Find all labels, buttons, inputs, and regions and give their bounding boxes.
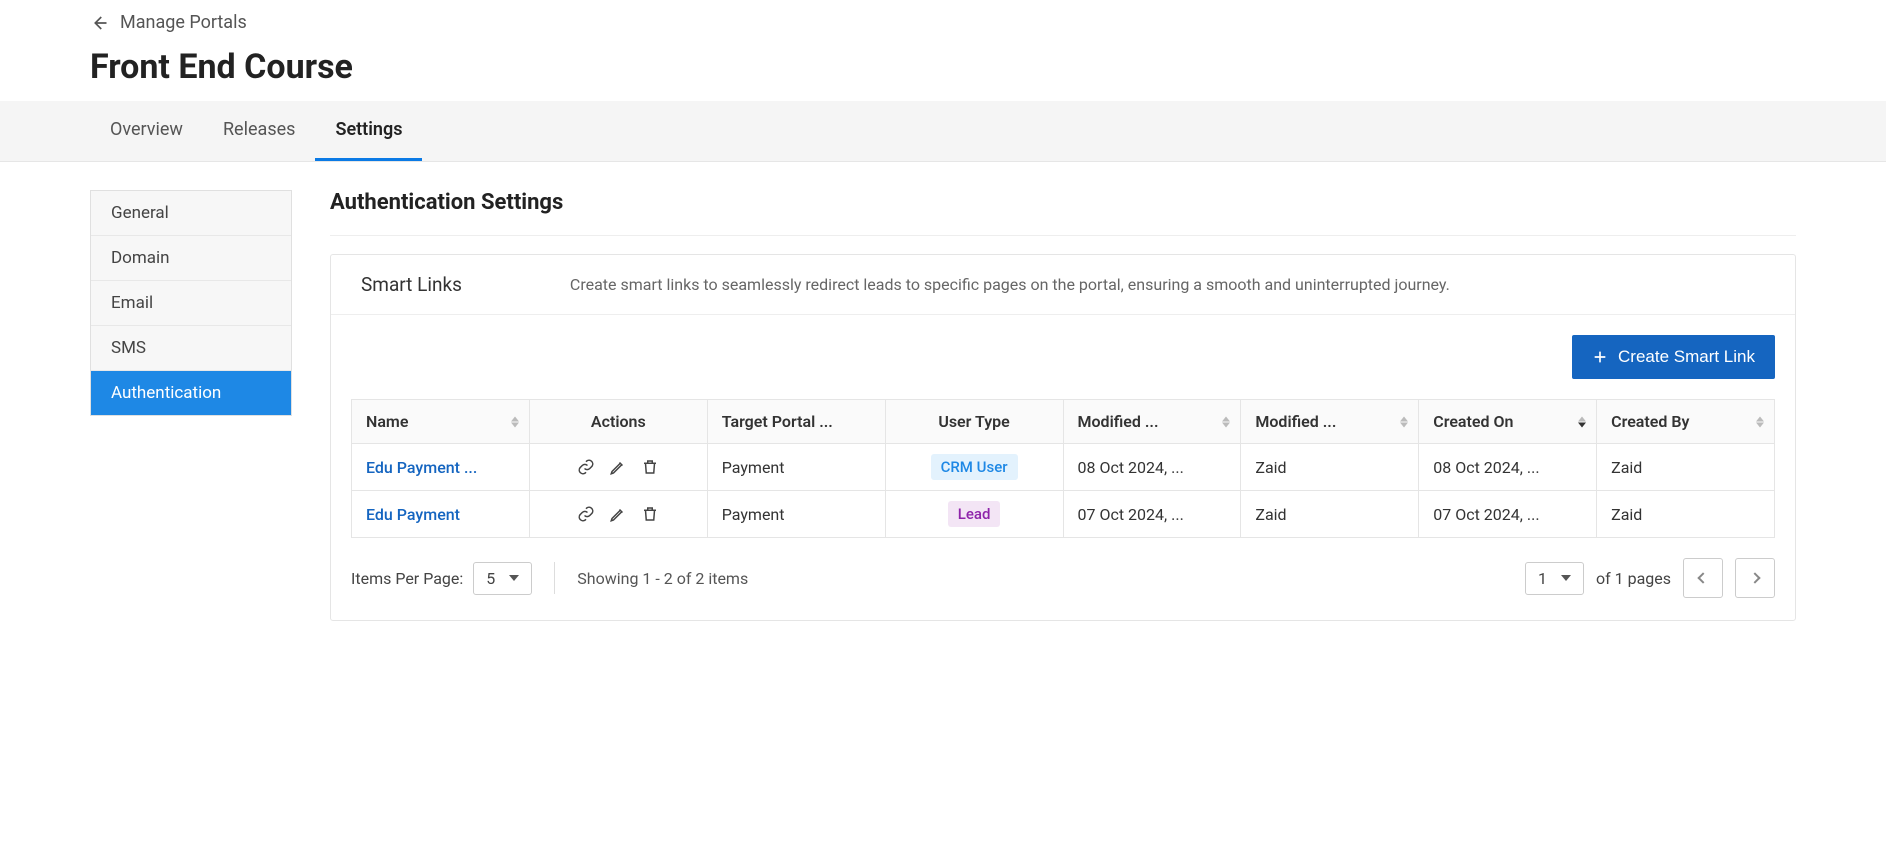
showing-text: Showing 1 - 2 of 2 items <box>577 569 748 588</box>
col-modified-on[interactable]: Modified ... <box>1063 400 1241 444</box>
row-target: Payment <box>707 444 885 491</box>
user-type-badge: Lead <box>948 501 1001 527</box>
row-created-by: Zaid <box>1597 491 1775 538</box>
items-per-page-select[interactable]: 5 <box>473 562 532 595</box>
plus-icon <box>1592 349 1608 365</box>
prev-page-button[interactable] <box>1683 558 1723 598</box>
chevron-right-icon <box>1749 572 1760 583</box>
breadcrumb-label[interactable]: Manage Portals <box>120 12 247 33</box>
col-target[interactable]: Target Portal ... <box>707 400 885 444</box>
row-name-link[interactable]: Edu Payment <box>366 505 460 524</box>
table-row: Edu Payment ... Payment CRM User 08 O <box>352 444 1775 491</box>
col-name[interactable]: Name <box>352 400 530 444</box>
user-type-badge: CRM User <box>931 454 1018 480</box>
delete-icon[interactable] <box>641 458 659 476</box>
edit-icon[interactable] <box>609 505 627 523</box>
chevron-left-icon <box>1697 572 1708 583</box>
row-target: Payment <box>707 491 885 538</box>
smart-links-table: Name Actions Target Portal ... User Type… <box>351 399 1775 538</box>
col-actions: Actions <box>529 400 707 444</box>
tab-releases[interactable]: Releases <box>203 101 315 161</box>
pagination: Items Per Page: 5 Showing 1 - 2 of 2 ite… <box>351 538 1775 598</box>
row-modified-on: 07 Oct 2024, ... <box>1063 491 1241 538</box>
row-modified-on: 08 Oct 2024, ... <box>1063 444 1241 491</box>
sidebar-item-sms[interactable]: SMS <box>91 326 291 371</box>
link-icon[interactable] <box>577 458 595 476</box>
settings-sidebar: General Domain Email SMS Authentication <box>90 190 292 416</box>
back-arrow-icon[interactable] <box>90 14 108 32</box>
sidebar-item-general[interactable]: General <box>91 191 291 236</box>
items-per-page-label: Items Per Page: <box>351 569 463 588</box>
next-page-button[interactable] <box>1735 558 1775 598</box>
col-user-type[interactable]: User Type <box>885 400 1063 444</box>
breadcrumb[interactable]: Manage Portals <box>90 12 1796 39</box>
row-created-by: Zaid <box>1597 444 1775 491</box>
row-created-on: 08 Oct 2024, ... <box>1419 444 1597 491</box>
sidebar-item-authentication[interactable]: Authentication <box>91 371 291 415</box>
page-title: Front End Course <box>90 39 1796 101</box>
sidebar-item-domain[interactable]: Domain <box>91 236 291 281</box>
create-smart-link-button[interactable]: Create Smart Link <box>1572 335 1775 379</box>
of-pages-text: of 1 pages <box>1596 569 1671 588</box>
tab-settings[interactable]: Settings <box>315 101 422 161</box>
delete-icon[interactable] <box>641 505 659 523</box>
divider <box>554 562 555 594</box>
link-icon[interactable] <box>577 505 595 523</box>
table-row: Edu Payment Payment Lead 07 Oct 2024, <box>352 491 1775 538</box>
sidebar-item-email[interactable]: Email <box>91 281 291 326</box>
smart-links-panel: Smart Links Create smart links to seamle… <box>330 254 1796 621</box>
row-name-link[interactable]: Edu Payment ... <box>366 458 477 477</box>
sort-icon[interactable] <box>511 416 519 427</box>
col-modified-by[interactable]: Modified ... <box>1241 400 1419 444</box>
row-modified-by: Zaid <box>1241 491 1419 538</box>
panel-description: Create smart links to seamlessly redirec… <box>570 275 1765 294</box>
tabs-bar: Overview Releases Settings <box>0 101 1886 162</box>
page-select[interactable]: 1 <box>1525 562 1584 595</box>
section-title: Authentication Settings <box>330 190 1796 236</box>
col-created-on[interactable]: Created On <box>1419 400 1597 444</box>
panel-title: Smart Links <box>361 273 462 296</box>
tab-overview[interactable]: Overview <box>90 101 203 161</box>
caret-down-icon <box>509 575 519 581</box>
sort-icon[interactable] <box>1756 416 1764 427</box>
sort-icon[interactable] <box>1222 416 1230 427</box>
row-created-on: 07 Oct 2024, ... <box>1419 491 1597 538</box>
caret-down-icon <box>1561 575 1571 581</box>
sort-icon[interactable] <box>1400 416 1408 427</box>
col-created-by[interactable]: Created By <box>1597 400 1775 444</box>
edit-icon[interactable] <box>609 458 627 476</box>
create-button-label: Create Smart Link <box>1618 347 1755 367</box>
sort-icon[interactable] <box>1578 416 1586 427</box>
row-modified-by: Zaid <box>1241 444 1419 491</box>
